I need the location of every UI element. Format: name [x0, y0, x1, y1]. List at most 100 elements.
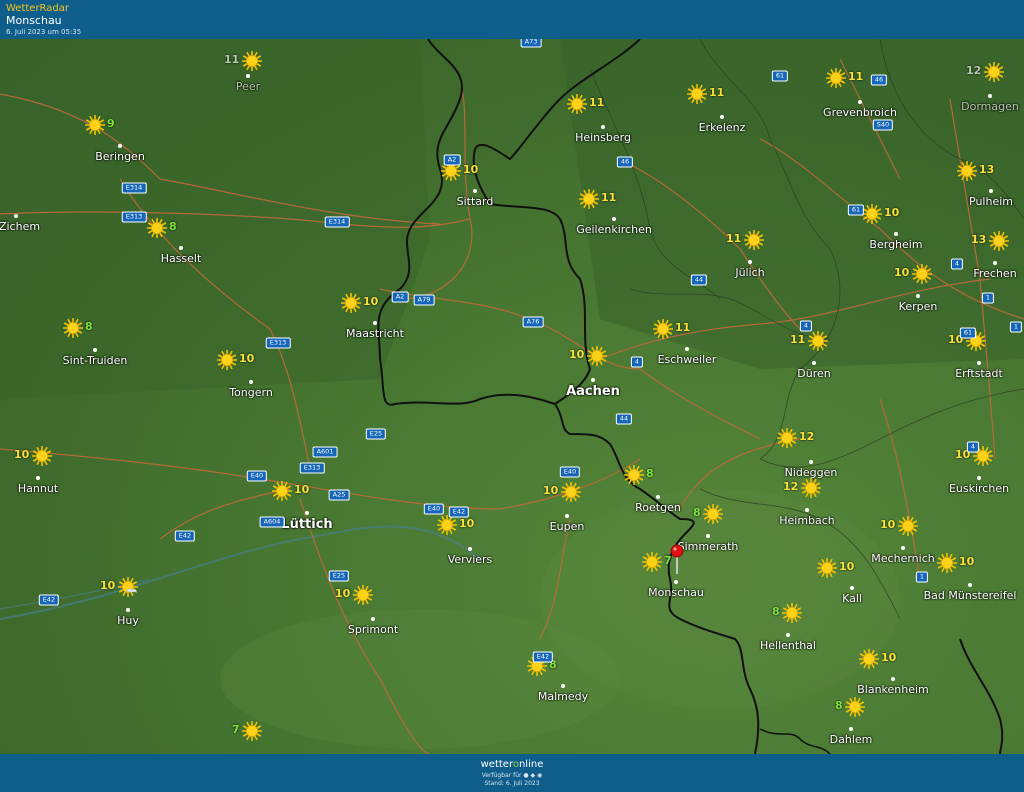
weather-map[interactable]: Peer 11 Beringen9 l-Zichem Hasselt8 Sint-Trui…: [0, 39, 1024, 754]
city-marker[interactable]: Düren 11: [790, 330, 831, 380]
city-dot: [748, 260, 752, 264]
city-marker[interactable]: Kall 10: [816, 557, 862, 605]
road-shield: E314: [324, 216, 350, 228]
city-marker[interactable]: Erkelenz 11: [686, 83, 745, 134]
city-dot: [14, 214, 18, 218]
city-marker[interactable]: Sittard 10: [440, 160, 493, 208]
road-shield: A25: [328, 489, 350, 501]
city-dot: [656, 495, 660, 499]
city-marker[interactable]: Frechen 13: [971, 230, 1017, 280]
city-marker[interactable]: Jülich 11: [726, 229, 765, 279]
temperature-value: 10: [543, 484, 559, 497]
temperature-value: 8: [772, 605, 780, 618]
temperature-value: 11: [790, 333, 806, 346]
city-marker[interactable]: Beringen 9: [84, 114, 145, 163]
road-shield: A76: [522, 316, 544, 328]
city-marker[interactable]: Huy 10: [100, 576, 139, 627]
city-marker[interactable]: Heinsberg 11: [566, 93, 631, 144]
city-marker[interactable]: Hellenthal 8: [760, 602, 816, 652]
city-marker[interactable]: Nideggen 12: [776, 427, 837, 479]
city-marker[interactable]: Geilenkirchen 11: [576, 188, 652, 236]
sun-icon: [578, 188, 600, 210]
city-dot: [468, 547, 472, 551]
city-marker[interactable]: Simmerath 8: [678, 503, 738, 553]
city-marker[interactable]: Pulheim 13: [956, 160, 1013, 208]
city-dot: [993, 261, 997, 265]
city-name: Kerpen: [898, 300, 938, 313]
city-marker[interactable]: Tongern 10: [216, 349, 273, 399]
road-shield: 61: [771, 70, 789, 82]
road-shield: A604: [259, 516, 285, 528]
city-marker[interactable]: Bad Münstereifel 10: [924, 552, 1016, 602]
city-marker[interactable]: l-Zichem: [0, 214, 40, 233]
city-dot: [916, 294, 920, 298]
city-marker[interactable]: Eupen 10: [543, 481, 584, 533]
city-marker[interactable]: Blankenheim 10: [857, 648, 929, 696]
city-name: Hannut: [17, 482, 59, 495]
city-marker[interactable]: Hasselt 8: [146, 217, 201, 265]
city-name: Huy: [117, 614, 139, 627]
road-shield: 44: [615, 413, 633, 425]
temperature-value: 12: [966, 64, 982, 77]
app-footer: wetteronline Verfügbar für ● ◆ ◉ Stand: …: [0, 754, 1024, 792]
sun-icon: [807, 330, 829, 352]
city-name: Verviers: [447, 553, 493, 566]
sun-icon: [84, 114, 106, 136]
city-marker[interactable]: Bergheim 10: [861, 203, 923, 251]
road-shield: A601: [312, 446, 338, 458]
temperature-value: 10: [959, 555, 975, 568]
app-header: WetterRadar Monschau 6. Juli 2023 um 05:…: [0, 0, 1024, 39]
city-marker[interactable]: Kerpen 10: [894, 263, 937, 313]
temperature-value: 13: [971, 233, 987, 246]
city-name: Maastricht: [346, 327, 404, 340]
city-dot: [989, 189, 993, 193]
temperature-value: 10: [14, 448, 30, 461]
location-title: Monschau: [6, 14, 62, 27]
city-marker[interactable]: Erftstadt 10: [948, 330, 1003, 380]
city-name: Sint-Truiden: [62, 354, 128, 367]
city-name: Erftstadt: [955, 367, 1003, 380]
city-marker[interactable]: Roetgen 8: [623, 464, 681, 514]
temperature-value: 10: [839, 560, 855, 573]
temperature-value: 8: [693, 506, 701, 519]
city-marker[interactable]: Heimbach 12: [779, 477, 835, 527]
city-name: Peer: [235, 80, 261, 93]
road-shield: E40: [423, 503, 445, 515]
city-dot: [891, 677, 895, 681]
city-marker[interactable]: Malmedy 8: [526, 655, 588, 703]
city-marker[interactable]: Euskirchen 10: [949, 445, 1009, 495]
sun-icon: [776, 427, 798, 449]
temperature-value: 11: [224, 53, 240, 66]
city-marker[interactable]: Sint-Truiden 8: [63, 317, 127, 367]
city-marker[interactable]: Dahlem 8: [830, 696, 872, 746]
wetteronline-logo[interactable]: wetteronline: [0, 759, 1024, 770]
sun-icon: [436, 514, 458, 536]
city-name: Bad Münstereifel: [923, 589, 1017, 602]
city-marker[interactable]: Hannut 10: [14, 445, 58, 495]
road-shield: E40: [559, 466, 581, 478]
city-marker[interactable]: Maastricht 10: [340, 292, 404, 340]
city-marker[interactable]: Monschau 7: [641, 551, 704, 599]
city-dot: [977, 361, 981, 365]
city-marker[interactable]: Aachen 10: [566, 345, 620, 399]
location-pin-icon[interactable]: [670, 544, 684, 574]
temperature-value: 11: [709, 86, 725, 99]
city-marker[interactable]: Peer 11: [224, 50, 263, 93]
temperature-value: 13: [979, 163, 995, 176]
city-marker[interactable]: Dormagen 12: [961, 61, 1019, 113]
city-marker[interactable]: Lüttich 10: [271, 480, 333, 532]
road-shield: E42: [38, 594, 60, 606]
city-marker[interactable]: Grevenbroich 11: [823, 67, 897, 119]
city-marker[interactable]: Sprimont 10: [335, 584, 398, 636]
city-marker[interactable]: Verviers 10: [436, 514, 492, 566]
city-name: Tongern: [229, 386, 273, 399]
city-name: Pulheim: [969, 195, 1013, 208]
city-dot: [858, 100, 862, 104]
city-marker[interactable]: Mechernich 10: [871, 515, 935, 565]
sun-icon: [956, 160, 978, 182]
sun-icon: [816, 557, 838, 579]
city-name: Aachen: [566, 384, 620, 399]
city-dot: [93, 348, 97, 352]
city-name: Dormagen: [961, 100, 1019, 113]
city-marker[interactable]: Eschweiler 11: [652, 318, 716, 366]
